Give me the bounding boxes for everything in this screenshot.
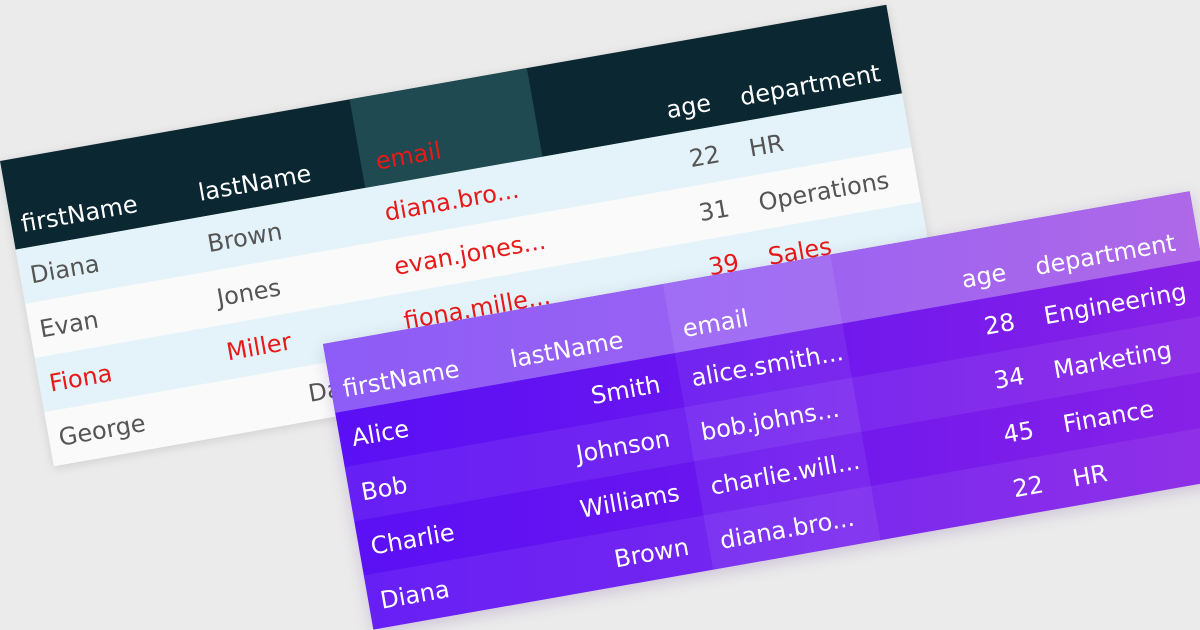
column-header-label: age [664, 88, 714, 125]
column-header-label: email [680, 303, 751, 344]
column-header-label: email [373, 136, 444, 176]
column-header-label: age [959, 258, 1009, 294]
